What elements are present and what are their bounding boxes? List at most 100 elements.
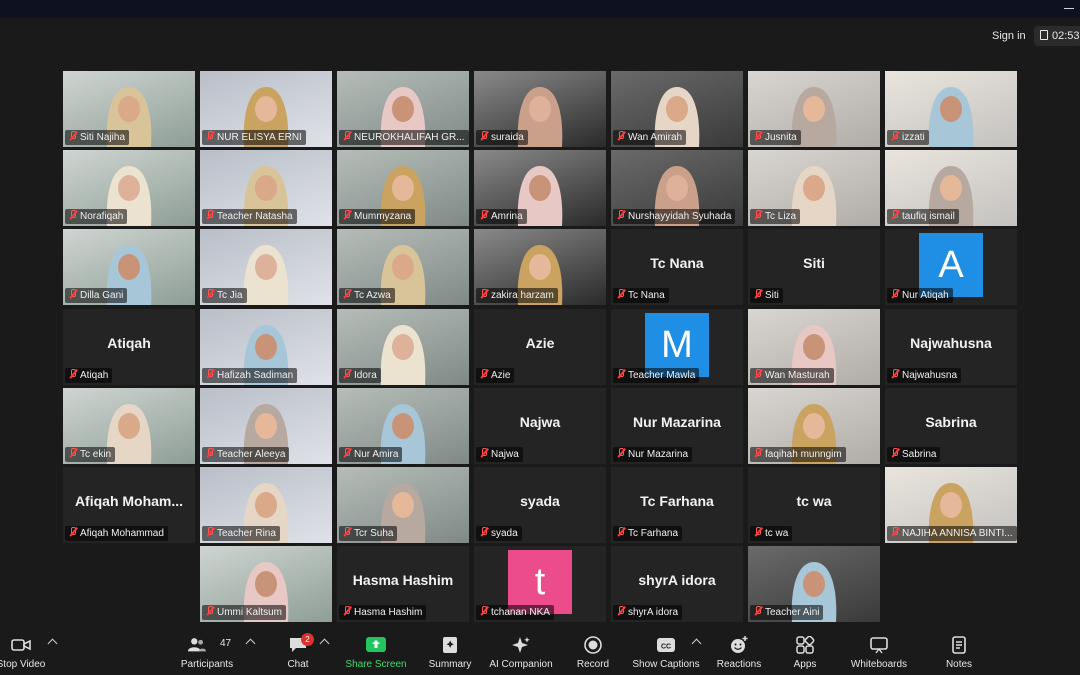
- participant-tile[interactable]: M Teacher Mawla: [611, 309, 743, 385]
- face-shape: [392, 254, 414, 280]
- participant-name-label: taufiq ismail: [887, 209, 959, 224]
- participant-tile[interactable]: Hafizah Sadiman: [200, 309, 332, 385]
- participant-name: Najwahusna: [902, 370, 958, 381]
- meeting-toolbar: Stop Video 47 Participants 2 Chat Share …: [0, 628, 1080, 675]
- participant-tile[interactable]: Ummi Kaltsum: [200, 546, 332, 622]
- participant-name-label: Teacher Rina: [202, 526, 280, 541]
- share-screen-icon: [366, 637, 386, 652]
- video-options-caret[interactable]: [46, 628, 58, 675]
- captions-options-caret[interactable]: [690, 628, 702, 675]
- face-shape: [392, 334, 414, 360]
- participant-tile[interactable]: Tc Farhana Tc Farhana: [611, 467, 743, 543]
- sign-in-button[interactable]: Sign in: [988, 28, 1030, 44]
- participant-tile[interactable]: Dilla Gani: [63, 229, 195, 305]
- participant-tile[interactable]: Azie Azie: [474, 309, 606, 385]
- participant-tile[interactable]: Nurshayyidah Syuhada: [611, 150, 743, 226]
- participant-name-label: Tc Farhana: [613, 526, 683, 541]
- participant-tile[interactable]: Tc Liza: [748, 150, 880, 226]
- participant-name: Teacher Mawla: [628, 370, 696, 381]
- face-shape: [803, 96, 825, 122]
- participant-tile[interactable]: Nur Amira: [337, 388, 469, 464]
- meeting-topbar: [0, 18, 1080, 56]
- participant-display-name: Najwa: [519, 414, 561, 430]
- participant-tile[interactable]: Teacher Rina: [200, 467, 332, 543]
- muted-mic-icon: [890, 369, 899, 379]
- participant-tile[interactable]: Tc ekin: [63, 388, 195, 464]
- face-shape: [118, 413, 140, 439]
- participant-tile[interactable]: zakira harzam: [474, 229, 606, 305]
- participant-tile[interactable]: Norafiqah: [63, 150, 195, 226]
- participant-name-label: Teacher Aini: [750, 605, 824, 620]
- reactions-button[interactable]: Reactions: [712, 628, 766, 675]
- record-button[interactable]: Record: [570, 628, 616, 675]
- participant-tile[interactable]: NUR ELISYA ERNI: [200, 71, 332, 147]
- participant-tile[interactable]: Nur Mazarina Nur Mazarina: [611, 388, 743, 464]
- participants-button[interactable]: 47 Participants: [172, 628, 242, 675]
- participant-tile[interactable]: Wan Masturah: [748, 309, 880, 385]
- participant-name-label: Hasma Hashim: [339, 605, 427, 620]
- participant-tile[interactable]: Tc Nana Tc Nana: [611, 229, 743, 305]
- participant-tile[interactable]: shyrA idora shyrA idora: [611, 546, 743, 622]
- participant-tile[interactable]: Tc Jia: [200, 229, 332, 305]
- participant-name: Afiqah Mohammad: [80, 528, 164, 539]
- participant-tile[interactable]: Tcr Suha: [337, 467, 469, 543]
- chat-button[interactable]: 2 Chat: [278, 628, 318, 675]
- muted-mic-icon: [342, 448, 351, 458]
- participant-tile[interactable]: NEUROKHALIFAH GR...: [337, 71, 469, 147]
- people-icon: [188, 638, 207, 652]
- minimize-icon[interactable]: [1064, 8, 1074, 9]
- participant-display-name: Nur Mazarina: [633, 414, 721, 430]
- chat-options-caret[interactable]: [318, 628, 330, 675]
- apps-icon: [796, 636, 815, 654]
- participant-tile[interactable]: Amrina: [474, 150, 606, 226]
- participant-display-name: Tc Farhana: [640, 493, 714, 509]
- summary-button[interactable]: Summary: [420, 628, 480, 675]
- participant-tile[interactable]: Hasma Hashim Hasma Hashim: [337, 546, 469, 622]
- participant-tile[interactable]: taufiq ismail: [885, 150, 1017, 226]
- participants-options-caret[interactable]: [244, 628, 256, 675]
- participant-tile[interactable]: Teacher Natasha: [200, 150, 332, 226]
- participant-name-label: tc wa: [750, 526, 793, 541]
- muted-mic-icon: [68, 448, 77, 458]
- participant-tile[interactable]: Siti Siti: [748, 229, 880, 305]
- participant-tile[interactable]: Wan Amirah: [611, 71, 743, 147]
- share-screen-label: Share Screen: [345, 659, 407, 670]
- participant-tile[interactable]: t tchanan NKA: [474, 546, 606, 622]
- participant-tile[interactable]: suraida: [474, 71, 606, 147]
- face-shape: [255, 254, 277, 280]
- participant-tile[interactable]: izzati: [885, 71, 1017, 147]
- apps-button[interactable]: Apps: [784, 628, 826, 675]
- share-screen-button[interactable]: Share Screen: [340, 628, 412, 675]
- participant-tile[interactable]: NAJIHA ANNISA BINTI...: [885, 467, 1017, 543]
- participant-tile[interactable]: Jusnita: [748, 71, 880, 147]
- participant-tile[interactable]: Siti Najiha: [63, 71, 195, 147]
- meeting-timer[interactable]: 02:53: [1034, 26, 1080, 46]
- face-shape: [392, 175, 414, 201]
- participant-tile[interactable]: Najwa Najwa: [474, 388, 606, 464]
- participant-name-label: Afiqah Mohammad: [65, 526, 168, 541]
- face-shape: [255, 96, 277, 122]
- muted-mic-icon: [616, 606, 625, 616]
- timer-text: 02:53: [1052, 30, 1080, 42]
- participant-tile[interactable]: Najwahusna Najwahusna: [885, 309, 1017, 385]
- participant-tile[interactable]: faqihah munngim: [748, 388, 880, 464]
- participant-tile[interactable]: tc wa tc wa: [748, 467, 880, 543]
- ai-companion-button[interactable]: AI Companion: [486, 628, 556, 675]
- participant-name-label: Tc Nana: [613, 288, 669, 303]
- participant-tile[interactable]: Afiqah Moham... Afiqah Mohammad: [63, 467, 195, 543]
- notes-button[interactable]: Notes: [938, 628, 980, 675]
- participant-tile[interactable]: Idora: [337, 309, 469, 385]
- participant-tile[interactable]: Sabrina Sabrina: [885, 388, 1017, 464]
- participant-name: Hafizah Sadiman: [217, 370, 294, 381]
- participant-tile[interactable]: Teacher Aini: [748, 546, 880, 622]
- participant-name: Tc Nana: [628, 290, 665, 301]
- participant-tile[interactable]: syada syada: [474, 467, 606, 543]
- participant-tile[interactable]: Tc Azwa: [337, 229, 469, 305]
- emoji-plus-icon: [731, 636, 748, 653]
- participant-tile[interactable]: Teacher Aleeya: [200, 388, 332, 464]
- participant-tile[interactable]: Mummyzana: [337, 150, 469, 226]
- muted-mic-icon: [890, 210, 899, 220]
- whiteboards-button[interactable]: Whiteboards: [846, 628, 912, 675]
- participant-tile[interactable]: A Nur Atiqah: [885, 229, 1017, 305]
- participant-tile[interactable]: Atiqah Atiqah: [63, 309, 195, 385]
